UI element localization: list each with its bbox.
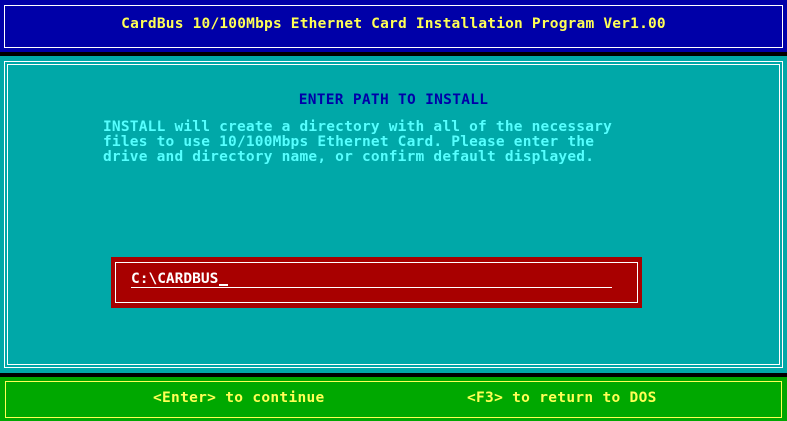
main-frame-inner xyxy=(7,64,780,365)
window-title: CardBus 10/100Mbps Ethernet Card Install… xyxy=(121,16,666,32)
title-bar: CardBus 10/100Mbps Ethernet Card Install… xyxy=(0,0,787,52)
path-input-box: C:\CARDBUS xyxy=(111,257,642,308)
return-to-dos-button[interactable]: <F3> to return to DOS xyxy=(467,390,657,406)
main-panel: ENTER PATH TO INSTALL INSTALL will creat… xyxy=(0,56,787,373)
continue-button[interactable]: <Enter> to continue xyxy=(153,390,325,406)
install-path-value: C:\CARDBUS xyxy=(131,271,219,287)
description-line-2: files to use 10/100Mbps Ethernet Card. P… xyxy=(103,134,595,150)
description-line-1: INSTALL will create a directory with all… xyxy=(103,119,612,135)
path-input-underline xyxy=(131,287,612,288)
install-description: INSTALL will create a directory with all… xyxy=(103,120,612,165)
description-line-3: drive and directory name, or confirm def… xyxy=(103,149,595,165)
text-cursor-icon xyxy=(219,284,229,286)
page-heading: ENTER PATH TO INSTALL xyxy=(298,92,489,108)
footer-bar: <Enter> to continue <F3> to return to DO… xyxy=(0,377,787,421)
footer-frame xyxy=(5,381,782,418)
